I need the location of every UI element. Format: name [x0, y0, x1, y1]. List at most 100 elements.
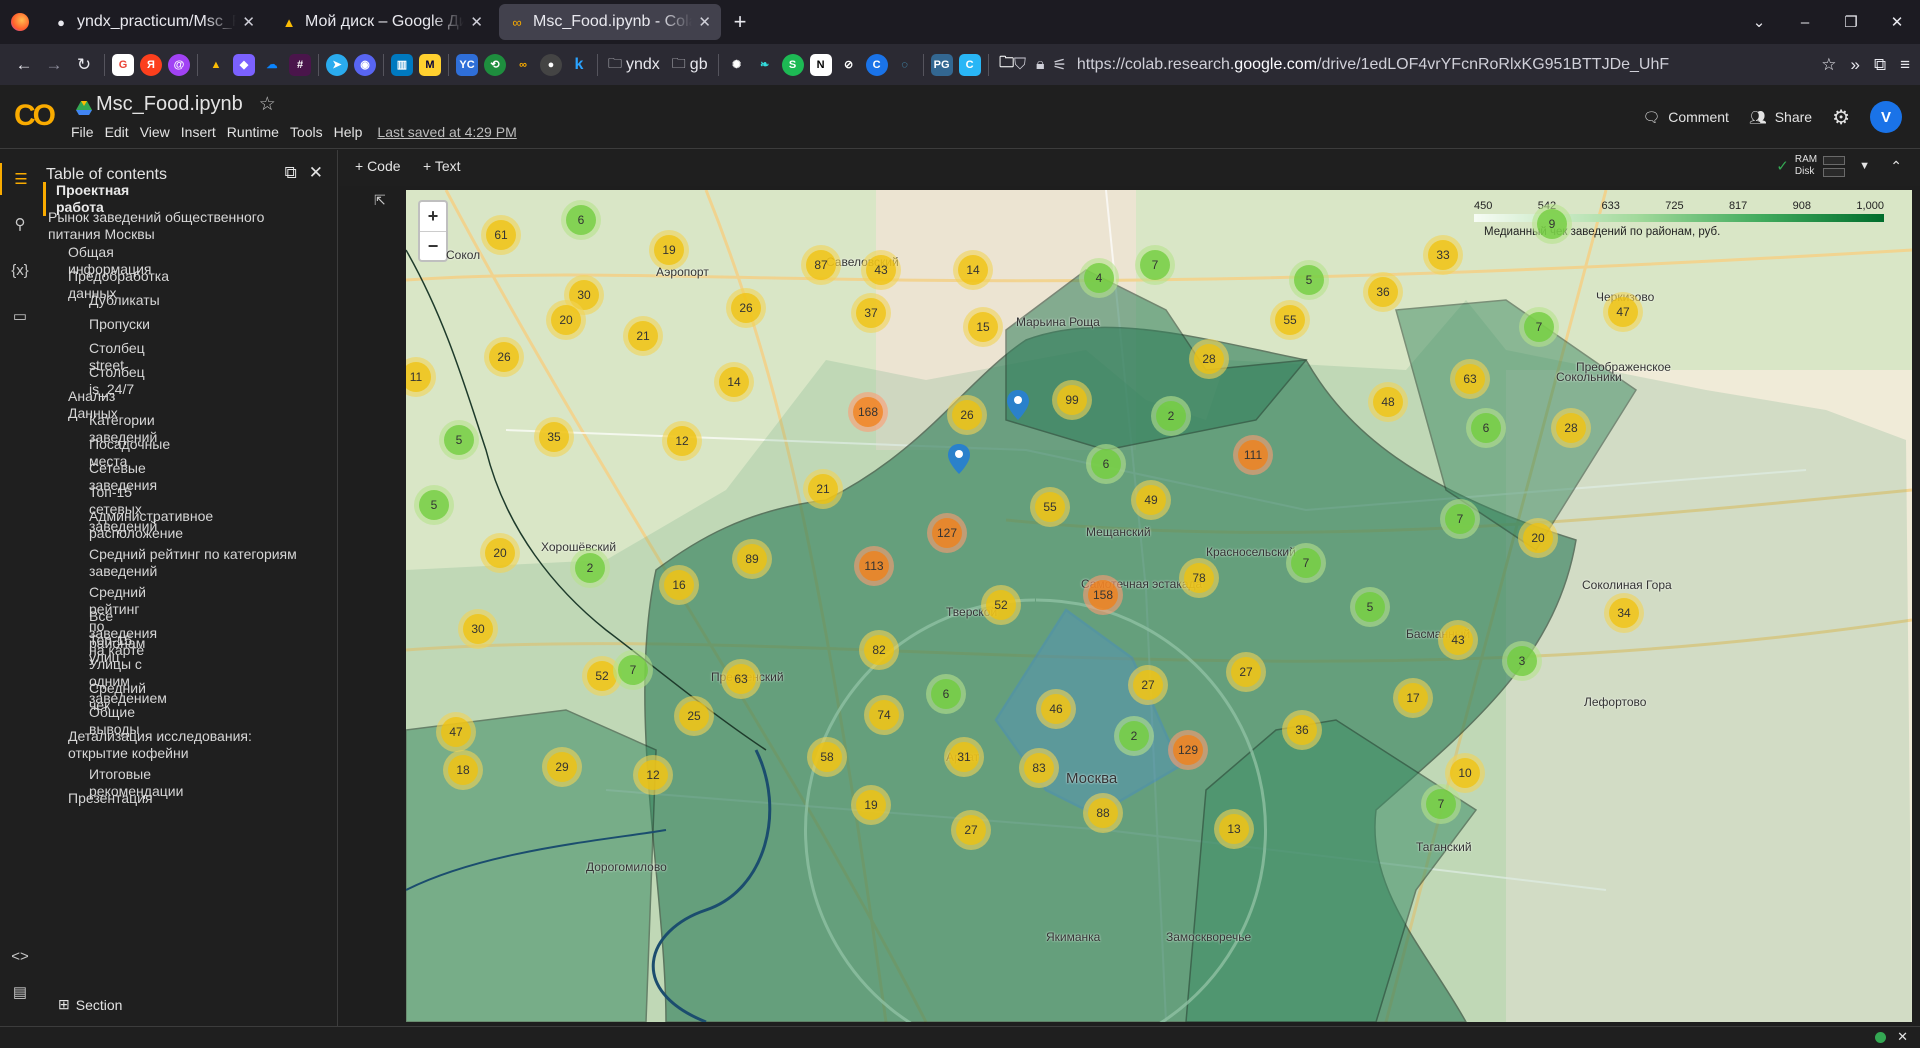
bookmark-folder-gb[interactable]: 🗀 gb — [672, 53, 708, 77]
bookmark-folder-yndx[interactable]: 🗀 yndx — [608, 53, 660, 77]
variables-icon[interactable]: {x} — [0, 254, 40, 286]
marker-cluster[interactable]: 7 — [1519, 307, 1559, 347]
marker-cluster[interactable]: 9 — [1532, 204, 1572, 244]
marker-cluster[interactable]: 35 — [534, 417, 574, 457]
open-in-tab-icon[interactable]: ⧉ — [285, 163, 297, 183]
drive-bookmark-icon[interactable]: ▲ — [205, 54, 227, 76]
menu-view[interactable]: View — [140, 124, 170, 140]
marker-cluster[interactable]: 158 — [1083, 575, 1123, 615]
marker-cluster[interactable]: 113 — [854, 546, 894, 586]
marker-cluster[interactable]: 129 — [1168, 730, 1208, 770]
marker-cluster[interactable]: 19 — [851, 785, 891, 825]
tab-colab[interactable]: ∞ Msc_Food.ipynb - Colab ✕ — [499, 4, 721, 40]
tab-drive[interactable]: ▲ Мой диск – Google Диск ✕ — [271, 4, 493, 40]
marker-cluster[interactable]: 83 — [1019, 748, 1059, 788]
last-saved-link[interactable]: Last saved at 4:29 PM — [377, 124, 516, 140]
command-palette-icon[interactable]: ▤ — [0, 976, 40, 1008]
marker-cluster[interactable]: 7 — [1286, 543, 1326, 583]
yandex-bookmark-icon[interactable]: Я — [140, 53, 162, 76]
marker-cluster[interactable]: 2 — [1114, 716, 1154, 756]
marker-cluster[interactable]: 28 — [1551, 408, 1591, 448]
toc-item[interactable]: Рынок заведений общественного питания Мо… — [48, 209, 268, 243]
marker-cluster[interactable]: 111 — [1233, 435, 1273, 475]
marker-cluster[interactable]: 2 — [570, 548, 610, 588]
marker-cluster[interactable]: 7 — [613, 650, 653, 690]
marker-cluster[interactable]: 55 — [1270, 300, 1310, 340]
marker-cluster[interactable]: 43 — [1438, 620, 1478, 660]
toc-item[interactable]: Административное расположение — [89, 508, 269, 542]
marker-cluster[interactable]: 4 — [1079, 258, 1119, 298]
bookmark-star-icon[interactable]: ☆ — [1821, 55, 1836, 75]
marker-cluster[interactable]: 168 — [848, 392, 888, 432]
marker-cluster[interactable]: 14 — [714, 362, 754, 402]
marker-cluster[interactable]: 47 — [1603, 292, 1643, 332]
marker-cluster[interactable]: 5 — [1350, 587, 1390, 627]
ram-disk-indicator[interactable]: ✓ RAM Disk ▼ — [1776, 154, 1870, 178]
tab-github[interactable]: ● yndx_practicum/Msc_Food ✕ — [43, 4, 265, 40]
marker-cluster[interactable]: 26 — [726, 288, 766, 328]
marker-cluster[interactable]: 29 — [542, 747, 582, 787]
marker-cluster[interactable]: 99 — [1052, 380, 1092, 420]
marker-cluster[interactable]: 26 — [947, 395, 987, 435]
folium-map[interactable]: + − 4505426337258179081,000 Медианный че… — [406, 190, 1912, 1022]
marker-cluster[interactable]: 36 — [1363, 272, 1403, 312]
collapse-icon[interactable]: ⌃ — [1890, 158, 1902, 175]
avatar[interactable]: V — [1870, 101, 1902, 133]
settings-gear-icon[interactable]: ⚙ — [1832, 105, 1850, 130]
marker-cluster[interactable]: 2 — [1151, 396, 1191, 436]
marker-cluster[interactable]: 20 — [1518, 518, 1558, 558]
forward-icon[interactable]: → — [40, 51, 68, 79]
marker-cluster[interactable]: 5 — [1289, 260, 1329, 300]
comment-button[interactable]: 🗨︎ Comment — [1642, 109, 1728, 126]
toc-icon[interactable]: ☰ — [0, 163, 40, 195]
marker-cluster[interactable]: 46 — [1036, 689, 1076, 729]
marker-cluster[interactable]: 13 — [1214, 809, 1254, 849]
marker-cluster[interactable]: 6 — [561, 200, 601, 240]
app2-bookmark-icon[interactable]: ⟲ — [484, 53, 506, 76]
zoom-in-button[interactable]: + — [420, 202, 446, 231]
marker-cluster[interactable]: 34 — [1604, 593, 1644, 633]
maximize-icon[interactable]: ❐ — [1828, 13, 1874, 31]
add-section-button[interactable]: ⊞ Section — [58, 996, 122, 1013]
close-window-icon[interactable]: ✕ — [1874, 13, 1920, 31]
minimize-icon[interactable]: – — [1782, 14, 1828, 31]
marker-cluster[interactable]: 16 — [659, 565, 699, 605]
add-text-button[interactable]: + Text — [423, 158, 461, 174]
marker-cluster[interactable]: 20 — [480, 533, 520, 573]
toc-item[interactable]: Дубликаты — [89, 292, 160, 309]
marker-cluster[interactable]: 127 — [927, 513, 967, 553]
marker-cluster[interactable]: 6 — [1086, 444, 1126, 484]
close-icon[interactable]: ✕ — [470, 13, 483, 31]
search-icon[interactable]: ⚲ — [0, 208, 40, 240]
marker-cluster[interactable]: 14 — [953, 250, 993, 290]
marker-cluster[interactable]: 6 — [1466, 408, 1506, 448]
marker-cluster[interactable]: 5 — [439, 420, 479, 460]
marker-cluster[interactable]: 12 — [662, 421, 702, 461]
menu-insert[interactable]: Insert — [181, 124, 216, 140]
marker-cluster[interactable]: 58 — [807, 737, 847, 777]
marker-cluster[interactable]: 27 — [951, 810, 991, 850]
menu-file[interactable]: File — [71, 124, 94, 140]
map-marker-pin[interactable] — [1007, 390, 1029, 420]
shield-icon[interactable]: ⛉ — [1014, 56, 1026, 74]
marker-cluster[interactable]: 21 — [623, 316, 663, 356]
link-bookmark-icon[interactable]: ⊘ — [838, 54, 860, 76]
marker-cluster[interactable]: 3 — [1502, 641, 1542, 681]
marker-cluster[interactable]: 63 — [721, 659, 761, 699]
marker-cluster[interactable]: 17 — [1393, 678, 1433, 718]
c2-bookmark-icon[interactable]: C — [958, 53, 981, 76]
mail-bookmark-icon[interactable]: @ — [168, 53, 190, 76]
yc-bookmark-icon[interactable]: YC — [456, 53, 478, 76]
menu-edit[interactable]: Edit — [105, 124, 129, 140]
marker-cluster[interactable]: 87 — [801, 245, 841, 285]
marker-cluster[interactable]: 74 — [864, 695, 904, 735]
files-folder-icon[interactable]: ▭ — [0, 300, 40, 332]
marker-cluster[interactable]: 7 — [1440, 499, 1480, 539]
marker-cluster[interactable]: 33 — [1423, 235, 1463, 275]
new-tab-button[interactable]: + — [724, 4, 756, 40]
marker-cluster[interactable]: 37 — [851, 293, 891, 333]
marker-cluster[interactable]: 55 — [1030, 487, 1070, 527]
toc-item[interactable]: Средний рейтинг по категориям заведений — [89, 546, 304, 580]
onedrive-bookmark-icon[interactable]: ☁ — [261, 54, 283, 76]
app-bookmark-icon[interactable]: ◆ — [233, 53, 255, 76]
